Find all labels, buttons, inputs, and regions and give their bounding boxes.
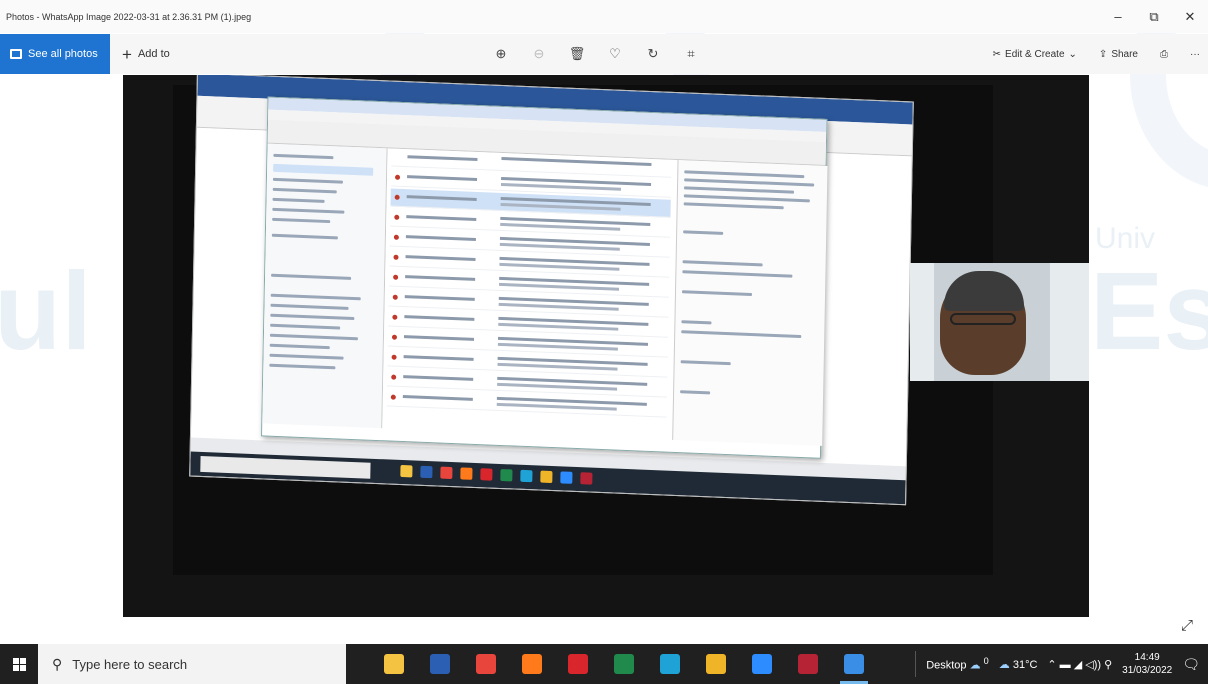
title-bar: Photos - WhatsApp Image 2022-03-31 at 2.… — [0, 0, 1208, 33]
share-label: Share — [1111, 48, 1138, 60]
start-button[interactable] — [0, 644, 38, 684]
maximize-button[interactable]: ⧉ — [1136, 0, 1172, 33]
taskbar-app-photos[interactable] — [836, 644, 872, 684]
system-tray: Desktop ☁ 0 ☁ 31°C ⌃ ▬ ◢ ◁)) ⚲ 14:49 31/… — [915, 644, 1208, 684]
heart-icon[interactable]: ♡ — [606, 45, 624, 63]
taskbar-search-box[interactable]: ⚲ Type here to search — [38, 644, 346, 684]
image-tools: ⊕ ⊖ 🗑 ♡ ↻ ⌗ — [492, 34, 700, 74]
chevron-down-icon: ⌄ — [1068, 48, 1077, 60]
person-cap — [944, 271, 1024, 311]
expand-icon[interactable]: ⤢ — [1177, 615, 1197, 635]
windows-taskbar: ⚲ Type here to search Desktop ☁ 0 ☁ 31°C… — [0, 644, 1208, 684]
weather-icon: ☁ — [998, 658, 1010, 671]
photos-app-window: ul Es Univ Photos - WhatsApp Image 2022-… — [0, 0, 1208, 684]
see-all-photos-button[interactable]: See all photos — [0, 34, 110, 74]
clock-date: 31/03/2022 — [1122, 665, 1173, 676]
taskbar-app-edge[interactable] — [652, 644, 688, 684]
add-to-button[interactable]: + Add to — [122, 46, 170, 63]
zoom-out-icon[interactable]: ⊖ — [530, 45, 548, 63]
winamp-icon — [706, 654, 726, 674]
share-icon: ⇪ — [1098, 48, 1108, 60]
tray-separator — [915, 651, 917, 677]
photos-icon — [844, 654, 864, 674]
desktop-badge: 0 — [983, 656, 989, 667]
mendeley-sidebar — [262, 143, 388, 429]
word-icon — [430, 654, 450, 674]
desktop-label: Desktop — [926, 659, 967, 672]
taskbar-app-zoom[interactable] — [744, 644, 780, 684]
mendeley-window — [261, 96, 828, 459]
zoom-icon — [752, 654, 772, 674]
person-glasses — [950, 313, 1016, 325]
more-icon: ··· — [1190, 48, 1200, 60]
taskbar-app-winamp[interactable] — [698, 644, 734, 684]
firefox-icon — [522, 654, 542, 674]
rotate-icon[interactable]: ↻ — [644, 45, 662, 63]
delete-icon[interactable]: 🗑 — [568, 45, 586, 63]
taskbar-app-acrobat[interactable] — [560, 644, 596, 684]
taskbar-app-chrome[interactable] — [468, 644, 504, 684]
window-title: Photos - WhatsApp Image 2022-03-31 at 2.… — [6, 11, 252, 22]
edit-create-button[interactable]: ✂ Edit & Create ⌄ — [993, 49, 1077, 60]
photos-icon — [10, 49, 22, 59]
watermark-left: ul — [0, 250, 92, 373]
zoom-in-icon[interactable]: ⊕ — [492, 45, 510, 63]
windows-logo-icon — [12, 657, 26, 671]
edit-create-label: Edit & Create — [1005, 48, 1065, 60]
tray-icons[interactable]: ⌃ ▬ ◢ ◁)) ⚲ — [1047, 658, 1112, 671]
photos-toolbar: See all photos + Add to ⊕ ⊖ 🗑 ♡ ↻ ⌗ ✂ Ed… — [0, 34, 1208, 74]
close-button[interactable]: ✕ — [1172, 0, 1208, 33]
taskbar-apps — [376, 644, 872, 684]
clock-time: 14:49 — [1134, 652, 1160, 663]
acrobat-icon — [568, 654, 588, 674]
print-button[interactable]: ⎙ — [1160, 49, 1168, 60]
taskbar-app-file-explorer[interactable] — [376, 644, 412, 684]
right-toolbar: ✂ Edit & Create ⌄ ⇪ Share ⎙ ··· — [993, 34, 1200, 74]
mendeley-document-list — [382, 148, 678, 440]
photographed-search-box — [200, 455, 371, 479]
mendeley-details-panel — [672, 160, 828, 446]
taskbar-app-mendeley[interactable] — [790, 644, 826, 684]
share-button[interactable]: ⇪ Share — [1099, 49, 1138, 60]
search-placeholder: Type here to search — [72, 656, 188, 672]
edge-icon — [660, 654, 680, 674]
crop-icon[interactable]: ⌗ — [682, 45, 700, 63]
taskbar-app-word[interactable] — [422, 644, 458, 684]
minimize-button[interactable]: – — [1100, 0, 1136, 33]
add-to-label: Add to — [137, 48, 170, 60]
watermark-university-right: Univ — [1095, 222, 1156, 255]
weather-widget[interactable]: ☁ 31°C — [999, 658, 1038, 671]
file-explorer-icon — [384, 654, 404, 674]
photo-image — [123, 75, 1089, 617]
watermark-right: Es — [1090, 250, 1208, 373]
webcam-video — [910, 263, 1089, 381]
notification-icon[interactable]: 🗨 — [1182, 656, 1200, 673]
taskbar-app-firefox[interactable] — [514, 644, 550, 684]
search-icon: ⚲ — [52, 655, 63, 672]
clock[interactable]: 14:49 31/03/2022 — [1122, 651, 1172, 677]
cloud-icon: ☁ — [969, 659, 981, 672]
plus-icon: + — [122, 44, 132, 64]
desktop-toolbar[interactable]: Desktop ☁ 0 — [926, 656, 989, 672]
photographed-screen — [189, 75, 914, 506]
excel-icon — [614, 654, 634, 674]
weather-temp: 31°C — [1012, 658, 1038, 671]
chrome-icon — [476, 654, 496, 674]
see-all-photos-label: See all photos — [28, 48, 98, 60]
scissors-icon: ✂ — [992, 48, 1002, 60]
print-icon: ⎙ — [1160, 48, 1168, 60]
more-button[interactable]: ··· — [1190, 49, 1200, 60]
mendeley-icon — [798, 654, 818, 674]
taskbar-app-excel[interactable] — [606, 644, 642, 684]
